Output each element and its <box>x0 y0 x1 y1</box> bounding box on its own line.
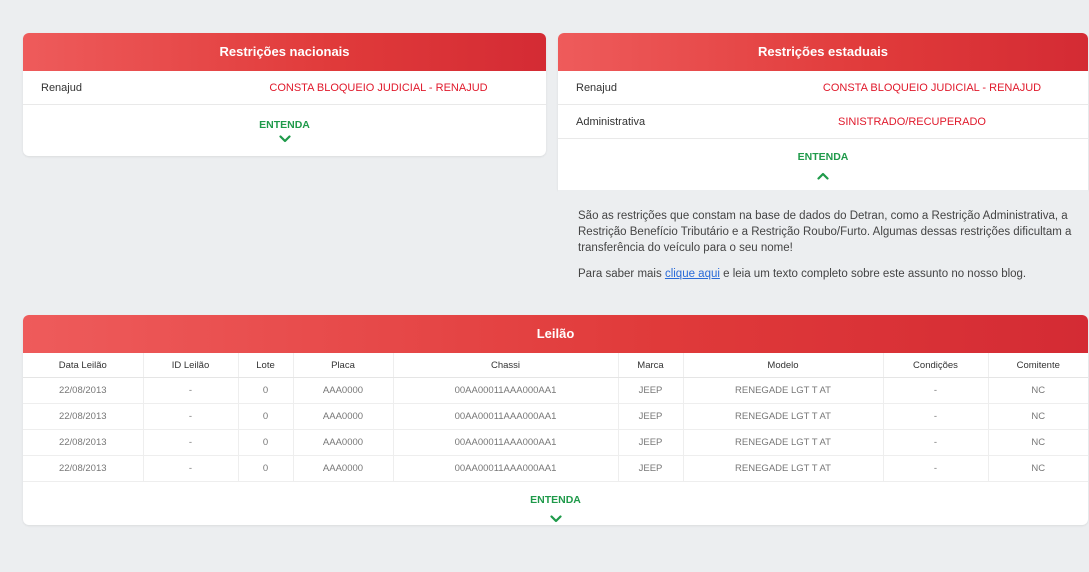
table-cell: 00AA00011AAA000AA1 <box>393 455 619 482</box>
column-header: Comitente <box>988 353 1088 378</box>
entenda-label: ENTENDA <box>797 151 849 163</box>
table-cell: NC <box>988 377 1088 404</box>
column-header: Data Leilão <box>23 353 144 378</box>
table-cell: 0 <box>238 377 294 404</box>
entenda-toggle[interactable]: ENTENDA <box>558 139 1088 180</box>
restricoes-info-panel: São as restrições que constam na base de… <box>558 190 1088 304</box>
table-cell: RENEGADE LGT T AT <box>683 429 884 456</box>
restriction-label: Renajud <box>576 81 617 94</box>
table-cell: NC <box>988 429 1088 456</box>
table-cell: NC <box>988 403 1088 430</box>
restriction-row: Administrativa SINISTRADO/RECUPERADO <box>558 105 1088 139</box>
table-cell: JEEP <box>618 429 684 456</box>
table-cell: RENEGADE LGT T AT <box>683 377 884 404</box>
column-header: Marca <box>618 353 684 378</box>
card-leilao: Leilão Data Leilão ID Leilão Lote Placa … <box>23 315 1088 525</box>
restriction-value: SINISTRADO/RECUPERADO <box>838 115 986 128</box>
restriction-row: Renajud CONSTA BLOQUEIO JUDICIAL - RENAJ… <box>23 71 546 105</box>
table-cell: 00AA00011AAA000AA1 <box>393 377 619 404</box>
card-title: Restrições estaduais <box>558 33 1088 71</box>
restriction-label: Administrativa <box>576 115 646 128</box>
info-paragraph: São as restrições que constam na base de… <box>578 210 1072 254</box>
table-cell: - <box>143 429 239 456</box>
table-cell: AAA0000 <box>293 403 394 430</box>
table-cell: - <box>143 455 239 482</box>
table-cell: JEEP <box>618 403 684 430</box>
table-header-row: Data Leilão ID Leilão Lote Placa Chassi … <box>23 353 1088 378</box>
table-cell: 22/08/2013 <box>23 377 144 404</box>
column-header: Placa <box>293 353 394 378</box>
table-row: 22/08/2013 - 0 AAA0000 00AA00011AAA000AA… <box>23 429 1088 456</box>
table-cell: 22/08/2013 <box>23 403 144 430</box>
restriction-value: CONSTA BLOQUEIO JUDICIAL - RENAJUD <box>822 81 1042 94</box>
table-cell: AAA0000 <box>293 429 394 456</box>
info-text-before: Para saber mais <box>578 268 665 280</box>
restriction-label: Renajud <box>41 81 82 94</box>
table-cell: 00AA00011AAA000AA1 <box>393 429 619 456</box>
table-cell: - <box>883 455 989 482</box>
table-cell: - <box>883 377 989 404</box>
chevron-down-icon <box>549 515 562 523</box>
column-header: Modelo <box>683 353 884 378</box>
clique-aqui-link[interactable]: clique aqui <box>665 268 720 280</box>
table-cell: - <box>883 403 989 430</box>
table-cell: 22/08/2013 <box>23 455 144 482</box>
table-cell: AAA0000 <box>293 377 394 404</box>
column-header: Lote <box>238 353 294 378</box>
table-cell: NC <box>988 455 1088 482</box>
column-header: ID Leilão <box>143 353 239 378</box>
chevron-up-icon <box>817 172 829 180</box>
table-row: 22/08/2013 - 0 AAA0000 00AA00011AAA000AA… <box>23 377 1088 404</box>
table-cell: 0 <box>238 429 294 456</box>
table-cell: RENEGADE LGT T AT <box>683 455 884 482</box>
table-cell: 00AA00011AAA000AA1 <box>393 403 619 430</box>
card-title: Leilão <box>23 315 1088 353</box>
table-cell: JEEP <box>618 455 684 482</box>
entenda-toggle[interactable]: ENTENDA <box>23 482 1088 523</box>
table-cell: 22/08/2013 <box>23 429 144 456</box>
card-restricoes-nacionais: Restrições nacionais Renajud CONSTA BLOQ… <box>23 33 546 156</box>
table-cell: - <box>143 403 239 430</box>
entenda-toggle[interactable]: ENTENDA <box>23 105 546 143</box>
column-header: Chassi <box>393 353 619 378</box>
entenda-label: ENTENDA <box>259 119 310 131</box>
table-cell: AAA0000 <box>293 455 394 482</box>
table-cell: - <box>143 377 239 404</box>
table-row: 22/08/2013 - 0 AAA0000 00AA00011AAA000AA… <box>23 455 1088 482</box>
info-text-after: e leia um texto completo sobre este assu… <box>719 268 1027 280</box>
leilao-table: Data Leilão ID Leilão Lote Placa Chassi … <box>23 353 1088 482</box>
entenda-label: ENTENDA <box>530 494 581 506</box>
table-cell: JEEP <box>618 377 684 404</box>
table-cell: - <box>883 429 989 456</box>
table-cell: 0 <box>238 403 294 430</box>
restriction-value: CONSTA BLOQUEIO JUDICIAL - RENAJUD <box>269 81 488 94</box>
table-cell: 0 <box>238 455 294 482</box>
chevron-down-icon <box>278 135 291 143</box>
column-header: Condições <box>883 353 989 378</box>
card-title: Restrições nacionais <box>23 33 546 71</box>
card-restricoes-estaduais: Restrições estaduais Renajud CONSTA BLOQ… <box>558 33 1088 190</box>
table-row: 22/08/2013 - 0 AAA0000 00AA00011AAA000AA… <box>23 403 1088 430</box>
info-paragraph-more: Para saber mais clique aqui e leia um te… <box>558 256 1088 282</box>
table-cell: RENEGADE LGT T AT <box>683 403 884 430</box>
restriction-row: Renajud CONSTA BLOQUEIO JUDICIAL - RENAJ… <box>558 71 1088 105</box>
